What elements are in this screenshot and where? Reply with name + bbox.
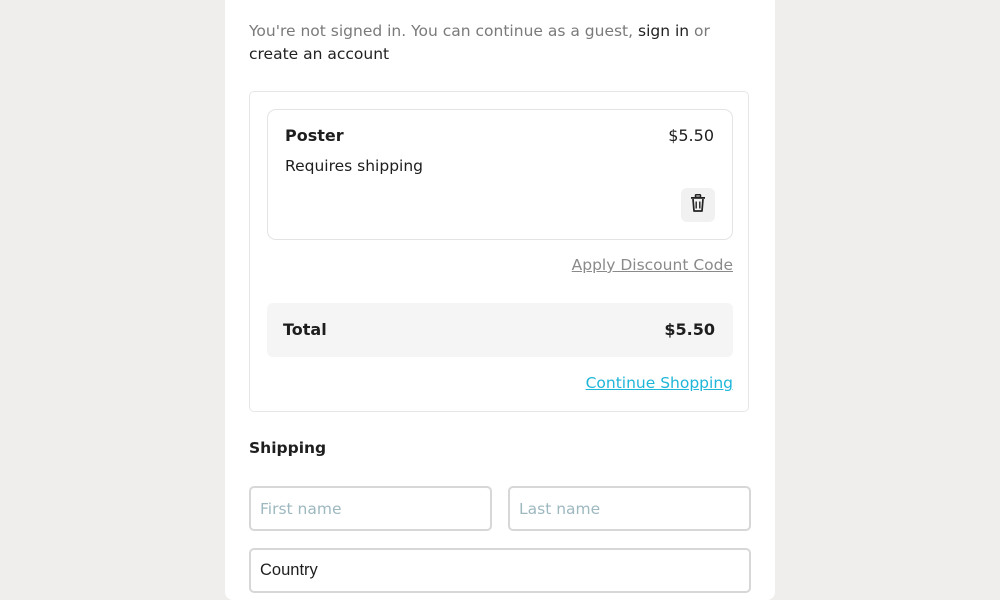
- total-value: $5.50: [664, 320, 715, 339]
- first-name-input[interactable]: [249, 486, 492, 531]
- total-label: Total: [283, 320, 327, 339]
- apply-discount-code-link[interactable]: Apply Discount Code: [572, 256, 733, 274]
- remove-item-button[interactable]: [681, 188, 715, 222]
- sign-in-link[interactable]: sign in: [638, 22, 689, 40]
- total-row: Total $5.50: [267, 303, 733, 357]
- guest-notice-or: or: [694, 22, 710, 40]
- continue-shopping-link[interactable]: Continue Shopping: [586, 374, 733, 392]
- last-name-input[interactable]: [508, 486, 751, 531]
- cart-item-name: Poster: [285, 126, 344, 145]
- country-select-value: Country: [260, 561, 318, 579]
- guest-notice: You're not signed in. You can continue a…: [249, 20, 751, 66]
- cart-item-shipping-note: Requires shipping: [285, 157, 424, 175]
- create-account-link[interactable]: create an account: [249, 45, 389, 63]
- country-select[interactable]: Country: [249, 548, 751, 593]
- cart-item-price: $5.50: [668, 126, 714, 145]
- guest-notice-text: You're not signed in. You can continue a…: [249, 22, 634, 40]
- shipping-heading: Shipping: [249, 439, 327, 457]
- trash-icon: [690, 194, 706, 216]
